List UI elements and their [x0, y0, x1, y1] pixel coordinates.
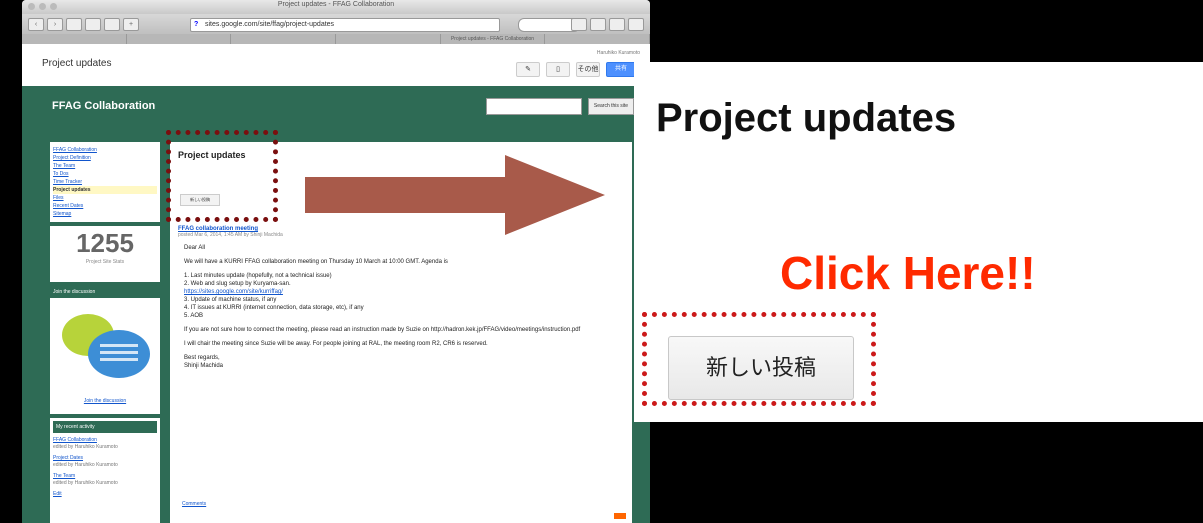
share-button[interactable]: 共有: [606, 62, 636, 77]
page-title: Project updates: [42, 58, 112, 69]
reading-list-icon[interactable]: [590, 18, 606, 31]
new-page-icon[interactable]: ▯: [546, 62, 570, 77]
browser-window: Project updates - FFAG Collaboration ‹ ›…: [22, 0, 650, 523]
nav-buttons: ‹ › +: [28, 18, 139, 31]
browser-tab[interactable]: [22, 34, 127, 44]
sidebar-item[interactable]: Time Tracker: [53, 178, 157, 186]
tab-strip: Project updates - FFAG Collaboration: [22, 34, 650, 44]
sidebar-item[interactable]: Files: [53, 194, 157, 202]
sidebar-item[interactable]: To Dos: [53, 170, 157, 178]
post-paragraph: If you are not sure how to connect the m…: [184, 327, 581, 333]
activity-link[interactable]: The Team: [53, 473, 157, 480]
favicon-icon: ?: [194, 21, 199, 28]
site-header: Project updates Haruhiko Kuramoto ✎ ▯ その…: [22, 44, 650, 86]
site-search-button[interactable]: Search this site: [588, 98, 634, 115]
browser-tab[interactable]: [231, 34, 337, 44]
site-name[interactable]: FFAG Collaboration: [52, 100, 155, 112]
visitor-counter: 1255 Project Site Stats: [50, 226, 160, 282]
rss-icon[interactable]: [614, 513, 626, 519]
highlight-box-large: [642, 312, 876, 406]
sidebar: FFAG Collaboration Project Definition Th…: [50, 142, 160, 523]
sidebar-item[interactable]: Recent Dates: [53, 202, 157, 210]
highlight-box-small: [166, 130, 278, 222]
bookmarks-icon[interactable]: [104, 18, 120, 31]
agenda-item: 3. Update of machine status, if any: [184, 297, 277, 303]
history-icon[interactable]: [85, 18, 101, 31]
header-actions: ✎ ▯ その他 共有: [516, 62, 636, 77]
chat-header: Join the discussion: [50, 286, 160, 298]
browser-tab[interactable]: [127, 34, 232, 44]
counter-label: Project Site Stats: [85, 259, 125, 265]
post-signature: Shinji Machida: [184, 363, 224, 369]
settings-icon[interactable]: [609, 18, 625, 31]
browser-toolbar: ‹ › + ? sites.google.com/site/ffag/proje…: [22, 14, 650, 34]
sidebar-nav: FFAG Collaboration Project Definition Th…: [50, 142, 160, 222]
sidebar-item[interactable]: Sitemap: [53, 210, 157, 218]
agenda-item: 5. AOB: [184, 313, 204, 319]
activity-meta: edited by Haruhiko Kuramoto: [53, 444, 118, 450]
sidebar-item[interactable]: FFAG Collaboration: [53, 146, 157, 154]
activity-meta: edited by Haruhiko Kuramoto: [53, 480, 118, 486]
agenda-item: 2. Web and slug setup by Kuryama-san.: [184, 281, 291, 287]
home-icon[interactable]: [66, 18, 82, 31]
chat-link[interactable]: Join the discussion: [50, 398, 160, 404]
agenda-link[interactable]: https://sites.google.com/site/kurriffag/: [184, 288, 624, 296]
back-icon[interactable]: ‹: [28, 18, 44, 31]
zoom-title: Project updates: [656, 96, 957, 140]
announcement-post: FFAG collaboration meeting posted Mar 6,…: [178, 226, 624, 376]
agenda-item: 4. IT issues at KURRI (internet connecti…: [184, 305, 364, 311]
site-search-input[interactable]: [486, 98, 582, 115]
edit-icon[interactable]: ✎: [516, 62, 540, 77]
activity-link[interactable]: FFAG Collaboration: [53, 437, 157, 444]
gear-icon[interactable]: [628, 18, 644, 31]
toolbar-buttons: [571, 18, 644, 31]
chat-bubble-icon: [88, 330, 150, 378]
recent-activity: My recent activity FFAG Collaboration ed…: [50, 418, 160, 523]
window-title: Project updates - FFAG Collaboration: [277, 1, 395, 8]
more-button[interactable]: その他: [576, 62, 600, 77]
post-paragraph: I will chair the meeting since Suzie wil…: [184, 341, 488, 347]
user-name[interactable]: Haruhiko Kuramoto: [597, 50, 640, 56]
site-body: FFAG Collaboration Search this site FFAG…: [22, 86, 650, 523]
address-text: sites.google.com/site/ffag/project-updat…: [205, 21, 335, 28]
activity-meta: edited by Haruhiko Kuramoto: [53, 462, 118, 468]
address-bar[interactable]: ? sites.google.com/site/ffag/project-upd…: [190, 18, 500, 32]
post-signoff: Best regards,: [184, 355, 220, 361]
zoom-panel: Project updates Click Here!! 新しい投稿: [634, 62, 1203, 422]
add-bookmark-icon[interactable]: +: [123, 18, 139, 31]
window-titlebar: Project updates - FFAG Collaboration: [22, 0, 650, 14]
sidebar-item-project-updates[interactable]: Project updates: [53, 186, 157, 194]
sidebar-item[interactable]: The Team: [53, 162, 157, 170]
activity-link[interactable]: Project Dates: [53, 455, 157, 462]
post-greeting: Dear All: [184, 245, 206, 251]
comments-link[interactable]: Comments: [182, 501, 206, 507]
browser-tab[interactable]: Project updates - FFAG Collaboration: [441, 34, 546, 44]
chat-widget: Join the discussion Join the discussion: [50, 286, 160, 414]
activity-header: My recent activity: [53, 421, 157, 433]
forward-icon[interactable]: ›: [47, 18, 63, 31]
arrow-right-icon: [305, 155, 605, 235]
post-paragraph: We will have a KURRI FFAG collaboration …: [184, 259, 448, 265]
browser-tab[interactable]: [545, 34, 650, 44]
sidebar-item[interactable]: Project Definition: [53, 154, 157, 162]
agenda-item: 1. Last minutes update (hopefully, not a…: [184, 273, 332, 279]
counter-value: 1255: [76, 228, 134, 258]
click-here-callout: Click Here!!: [780, 247, 1036, 299]
activity-link[interactable]: Edit: [53, 491, 157, 498]
browser-tab[interactable]: [336, 34, 441, 44]
share-icon[interactable]: [571, 18, 587, 31]
